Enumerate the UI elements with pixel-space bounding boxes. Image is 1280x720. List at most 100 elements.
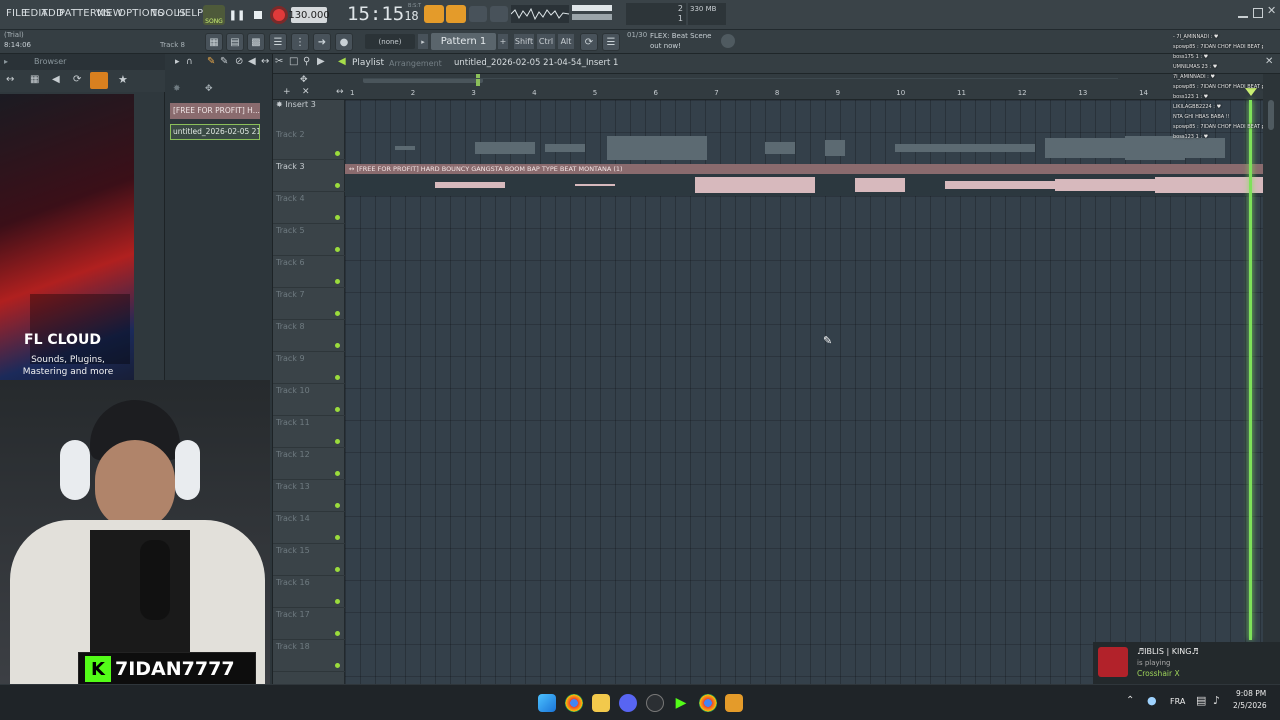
zoom-tool-icon[interactable]: ⚲: [303, 56, 310, 67]
song-mode-toggle[interactable]: SONG: [203, 5, 225, 25]
fl-cloud-promo[interactable]: FL CLOUD Sounds, Plugins, Mastering and …: [0, 94, 134, 424]
track-header[interactable]: Track 15: [273, 544, 345, 576]
star-icon[interactable]: ★: [118, 73, 128, 86]
mixer-window-button[interactable]: ☰: [269, 33, 287, 51]
track-mute-led[interactable]: [335, 151, 340, 156]
expand-icon[interactable]: ↔: [336, 87, 344, 97]
track-header[interactable]: Track 8: [273, 320, 345, 352]
draw-tool-icon[interactable]: ✎: [207, 56, 215, 67]
master-volume[interactable]: [572, 5, 612, 11]
paint-tool-icon[interactable]: ✎: [220, 56, 228, 67]
add-track-icon[interactable]: +: [283, 87, 291, 97]
window-close-button[interactable]: ✕: [1267, 4, 1276, 17]
metronome-button[interactable]: [424, 5, 444, 23]
cloud-icon[interactable]: [90, 72, 108, 89]
track-mute-led[interactable]: [335, 279, 340, 284]
vertical-scrollbar[interactable]: [1263, 74, 1280, 684]
mute-tool-icon[interactable]: ◀: [248, 56, 256, 67]
record-button[interactable]: [270, 6, 288, 24]
refresh-icon[interactable]: ⟳: [73, 74, 81, 85]
master-pitch[interactable]: [572, 14, 612, 20]
volume-icon[interactable]: ♪: [1213, 694, 1220, 707]
select-tool-icon[interactable]: □: [289, 56, 298, 67]
file-explorer-icon[interactable]: [592, 694, 610, 712]
playlist-close-icon[interactable]: ✕: [1265, 56, 1273, 67]
track-mute-led[interactable]: [335, 599, 340, 604]
ctrl-key-button[interactable]: Ctrl: [537, 34, 555, 49]
alt-key-button[interactable]: Alt: [558, 34, 574, 49]
network-icon[interactable]: ▤: [1196, 694, 1206, 707]
channel-rack-window-button[interactable]: ▩: [247, 33, 265, 51]
tray-mic-icon[interactable]: ●: [1147, 694, 1157, 707]
remove-track-icon[interactable]: ✕: [302, 87, 310, 97]
loop-marker[interactable]: [476, 74, 480, 86]
playback-tool-icon[interactable]: ▶: [317, 56, 325, 67]
track-header[interactable]: Track 16: [273, 576, 345, 608]
track-header[interactable]: Track 12: [273, 448, 345, 480]
delete-tool-icon[interactable]: ⊘: [235, 56, 243, 67]
game-notification[interactable]: ♬IBLIS | KING♬ is playing Crosshair X: [1093, 642, 1280, 684]
track-mute-led[interactable]: [335, 567, 340, 572]
window-maximize-button[interactable]: [1253, 8, 1263, 18]
pattern-select[interactable]: Pattern 1: [431, 33, 496, 50]
kick-app-icon[interactable]: ▶: [672, 694, 690, 712]
tray-chevron-icon[interactable]: ⌃: [1126, 695, 1134, 706]
track-mute-led[interactable]: [335, 183, 340, 188]
pan-left-icon[interactable]: ✥: [300, 75, 308, 85]
track-header[interactable]: Track 14: [273, 512, 345, 544]
track-mute-led[interactable]: [335, 343, 340, 348]
stop-button[interactable]: [249, 5, 267, 25]
back-icon[interactable]: ◀: [52, 74, 60, 85]
windows-start-icon[interactable]: [538, 694, 556, 712]
tempo-display[interactable]: 130.000: [288, 7, 330, 23]
pattern-prev-button[interactable]: ▸: [418, 34, 428, 49]
track-mute-led[interactable]: [335, 311, 340, 316]
slip-tool-icon[interactable]: ↔: [261, 56, 269, 67]
add-pattern-button[interactable]: +: [498, 34, 508, 49]
track-header[interactable]: Track 6: [273, 256, 345, 288]
timeline-ruler[interactable]: ✥ + ✕ ↔ 1 2 3 4 5 6 7 8 9 10 11 12 13 14: [273, 74, 1280, 100]
track-header[interactable]: Track 5: [273, 224, 345, 256]
news-list-button[interactable]: ☰: [602, 33, 620, 51]
count-in-button[interactable]: [446, 5, 466, 23]
track-mute-led[interactable]: [335, 663, 340, 668]
taskbar-date[interactable]: 2/5/2026: [1233, 701, 1267, 710]
language-indicator[interactable]: FRA: [1170, 697, 1185, 706]
shift-key-button[interactable]: Shift: [514, 34, 534, 49]
track-header[interactable]: Track 11: [273, 416, 345, 448]
wait-input-button[interactable]: [469, 6, 487, 22]
file-icon[interactable]: ▦: [30, 74, 39, 85]
playhead[interactable]: [1249, 100, 1252, 640]
chrome-profile-icon[interactable]: [699, 694, 717, 712]
track-header[interactable]: Track 18: [273, 640, 345, 672]
slice-tool-icon[interactable]: ✂: [275, 56, 283, 67]
chrome-icon[interactable]: [565, 694, 583, 712]
track-mute-led[interactable]: [335, 407, 340, 412]
track-header[interactable]: Track 2: [273, 128, 345, 160]
picker-item-audio[interactable]: [FREE FOR PROFIT] H...: [170, 103, 260, 119]
track-header[interactable]: Track 9: [273, 352, 345, 384]
tempo-tap-button[interactable]: ⟳: [580, 33, 598, 51]
fl-studio-icon[interactable]: [725, 694, 743, 712]
discord-icon[interactable]: [619, 694, 637, 712]
piano-roll-window-button[interactable]: ▤: [226, 33, 244, 51]
track-mute-led[interactable]: [335, 471, 340, 476]
track-header[interactable]: Track 4: [273, 192, 345, 224]
pin-icon[interactable]: ▸: [4, 57, 8, 66]
track-header[interactable]: Track 13: [273, 480, 345, 512]
track-header[interactable]: Track 7: [273, 288, 345, 320]
mic-button[interactable]: ●: [335, 33, 353, 51]
news-ticker[interactable]: FLEX: Beat Scene out now!: [627, 31, 719, 51]
recording-clip-waveform[interactable]: [345, 132, 1263, 164]
track-mute-led[interactable]: [335, 215, 340, 220]
track-header[interactable]: Track 3: [273, 160, 345, 192]
track-mute-led[interactable]: [335, 535, 340, 540]
track-mute-led[interactable]: [335, 247, 340, 252]
step-edit-button[interactable]: [490, 6, 508, 22]
track-header[interactable]: Track 10: [273, 384, 345, 416]
arrangement-grid[interactable]: ↔ [FREE FOR PROFIT] HARD BOUNCY GANGSTA …: [345, 100, 1263, 684]
window-minimize-button[interactable]: [1238, 8, 1248, 18]
taskbar-clock[interactable]: 9:08 PM: [1236, 689, 1266, 698]
news-settings-button[interactable]: [721, 34, 735, 48]
playlist-window-button[interactable]: ▦: [205, 33, 223, 51]
